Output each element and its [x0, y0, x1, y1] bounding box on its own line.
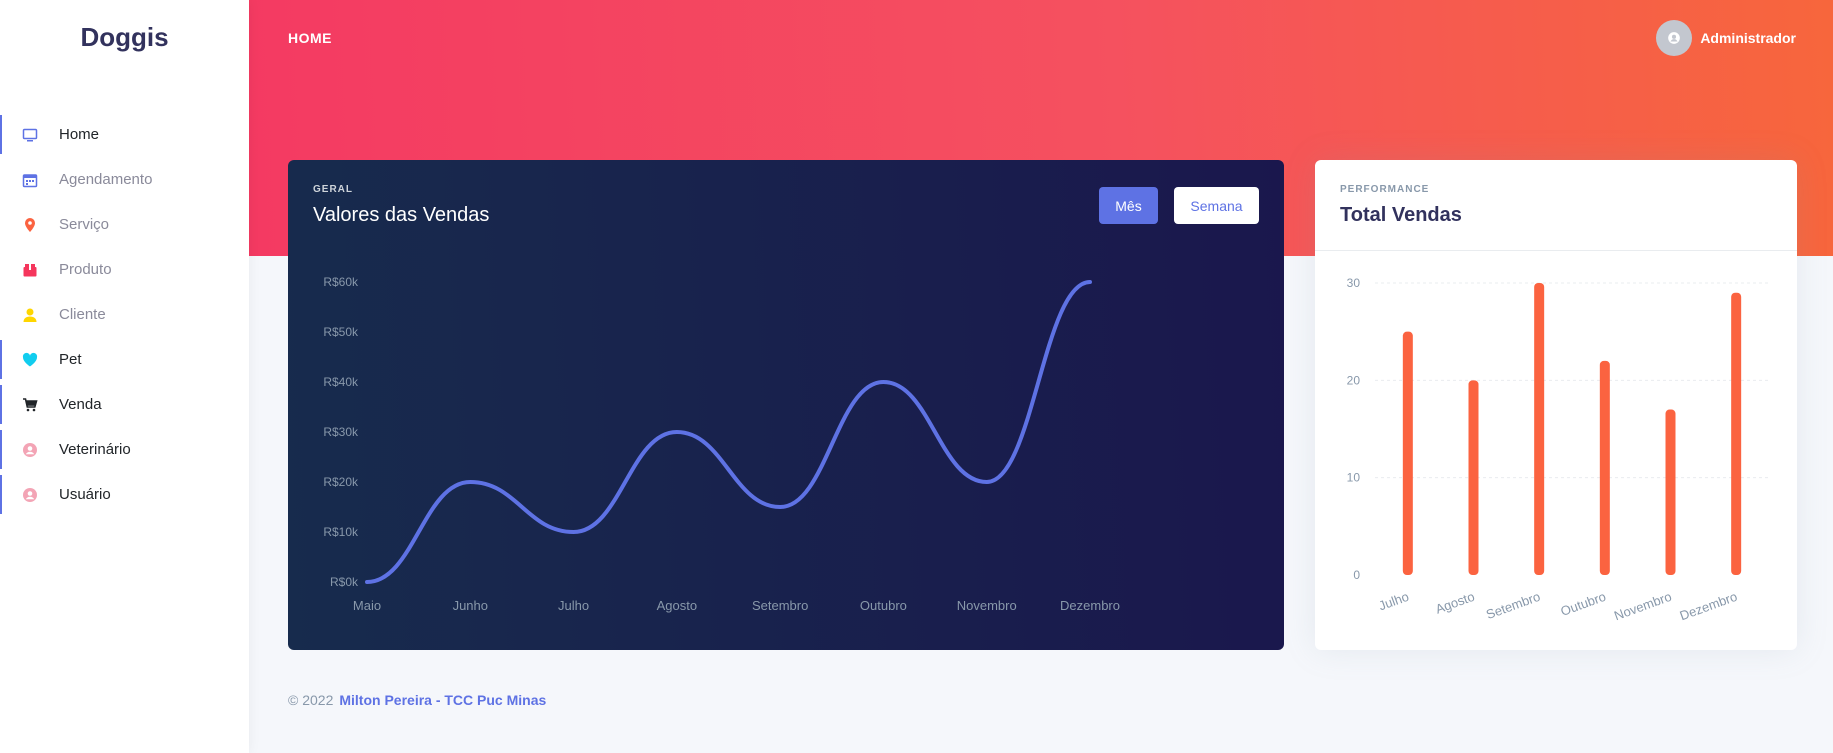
y-tick-label: R$60k: [323, 275, 359, 289]
sidebar-item-label: Venda: [59, 396, 102, 413]
footer-author-link[interactable]: Milton Pereira - TCC Puc Minas: [339, 692, 546, 708]
user-circle-icon: [22, 487, 38, 503]
sales-value-card: R$0k R$10k R$20k R$30k R$40k R$50k R$60k Maio Ju…: [288, 160, 1284, 650]
sidebar-item-veterinario[interactable]: Veterinário: [0, 427, 249, 472]
sidebar-item-pet[interactable]: Pet: [0, 337, 249, 382]
user-name: Administrador: [1700, 30, 1796, 46]
sidebar-item-label: Serviço: [59, 216, 110, 233]
x-tick-label: Novembro: [1612, 589, 1673, 624]
x-tick-label: Outubro: [860, 598, 907, 613]
breadcrumb[interactable]: HOME: [288, 30, 332, 46]
card-eyebrow: GERAL: [313, 184, 353, 195]
user-menu[interactable]: Administrador: [1656, 20, 1796, 56]
y-tick-label: 10: [1347, 471, 1361, 485]
y-tick-label: R$10k: [323, 525, 359, 539]
bar[interactable]: [1665, 409, 1676, 575]
x-tick-label: Dezembro: [1678, 589, 1739, 624]
sidebar-item-venda[interactable]: Venda: [0, 382, 249, 427]
map-pin-icon: [22, 217, 38, 233]
user-circle-icon: [22, 442, 38, 458]
user-icon: [22, 307, 38, 323]
x-tick-label: Novembro: [957, 598, 1017, 613]
calendar-icon: [22, 172, 38, 188]
sidebar-nav: Home Agendamento Serviço Produto Cliente Pet V…: [0, 112, 249, 517]
sidebar-item-label: Veterinário: [59, 441, 131, 458]
month-toggle-button[interactable]: Mês: [1099, 187, 1158, 224]
sidebar-item-servico[interactable]: Serviço: [0, 202, 249, 247]
y-tick-label: R$20k: [323, 475, 359, 489]
x-tick-label: Setembro: [752, 598, 808, 613]
y-tick-label: R$50k: [323, 325, 359, 339]
bar[interactable]: [1599, 360, 1610, 575]
sidebar-item-label: Cliente: [59, 306, 106, 323]
sidebar: Doggis Home Agendamento Serviço Produto Clie…: [0, 0, 249, 753]
user-circle-icon: [1668, 32, 1681, 44]
y-tick-label: R$40k: [323, 375, 359, 389]
monitor-icon: [22, 127, 38, 143]
bar[interactable]: [1402, 331, 1413, 575]
x-tick-label: Outubro: [1559, 589, 1608, 619]
sidebar-item-label: Home: [59, 126, 100, 143]
x-tick-label: Agosto: [1433, 589, 1476, 617]
x-tick-label: Maio: [353, 598, 381, 613]
sidebar-item-label: Usuário: [59, 486, 111, 503]
sidebar-item-home[interactable]: Home: [0, 112, 249, 157]
sidebar-item-cliente[interactable]: Cliente: [0, 292, 249, 337]
x-tick-label: Julho: [558, 598, 589, 613]
brand-logo[interactable]: Doggis: [0, 22, 249, 53]
bar[interactable]: [1731, 292, 1742, 575]
cart-icon: [22, 397, 38, 413]
week-toggle-button[interactable]: Semana: [1174, 187, 1259, 224]
card-title: Valores das Vendas: [313, 204, 490, 226]
sidebar-item-label: Pet: [59, 351, 82, 368]
x-tick-label: Julho: [1377, 589, 1411, 614]
y-tick-label: 20: [1347, 373, 1361, 387]
sidebar-item-label: Agendamento: [59, 171, 153, 188]
x-tick-label: Junho: [453, 598, 488, 613]
heart-icon: [22, 352, 38, 368]
bar[interactable]: [1468, 380, 1479, 575]
box-icon: [22, 262, 38, 278]
y-tick-label: R$0k: [330, 575, 359, 589]
avatar: [1656, 20, 1693, 56]
sidebar-item-label: Produto: [59, 261, 112, 278]
series-line: [365, 280, 1092, 584]
x-tick-label: Setembro: [1484, 589, 1542, 622]
bar[interactable]: [1534, 283, 1545, 575]
y-tick-label: R$30k: [323, 425, 359, 439]
x-tick-label: Dezembro: [1060, 598, 1120, 613]
y-tick-label: 0: [1353, 568, 1360, 582]
y-tick-label: 30: [1347, 276, 1361, 290]
footer: © 2022 Milton Pereira - TCC Puc Minas: [288, 692, 546, 708]
sidebar-item-produto[interactable]: Produto: [0, 247, 249, 292]
total-sales-bar-chart: 0 10 20 30 Julho Agosto Setembro Outubro Novembr…: [1347, 276, 1769, 624]
performance-card: PERFORMANCE Total Vendas 0 10 20 30 Julho Ago…: [1315, 160, 1797, 650]
sales-line-chart: R$0k R$10k R$20k R$30k R$40k R$50k R$60k Maio Ju…: [323, 275, 1120, 613]
sidebar-item-agendamento[interactable]: Agendamento: [0, 157, 249, 202]
sidebar-item-usuario[interactable]: Usuário: [0, 472, 249, 517]
copyright: © 2022: [288, 692, 334, 708]
x-tick-label: Agosto: [657, 598, 697, 613]
